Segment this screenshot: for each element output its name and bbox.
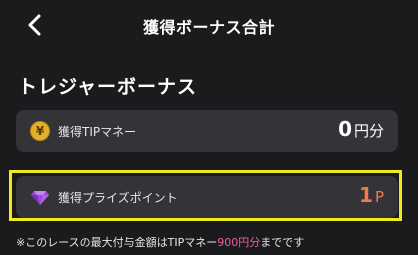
note-prefix: ※このレースの最大付与金額はTIPマネー <box>16 236 218 249</box>
section-title: トレジャーボーナス <box>18 76 198 98</box>
header-bar: 獲得ボーナス合計 <box>0 0 418 50</box>
tip-money-unit: 円分 <box>353 122 384 140</box>
highlight-frame <box>9 170 402 221</box>
note-suffix: までです <box>260 236 305 249</box>
tip-money-value: 0 円分 <box>338 117 384 141</box>
tip-money-row: ¥ 獲得TIPマネー 0 円分 <box>16 110 398 152</box>
yen-coin-icon: ¥ <box>30 121 50 141</box>
tip-money-label: 獲得TIPマネー <box>58 125 137 139</box>
page-title: 獲得ボーナス合計 <box>142 18 275 37</box>
note-amount: 900円分 <box>217 236 261 249</box>
bonus-summary-screen: 獲得ボーナス合計 トレジャーボーナス ¥ 獲得TIPマネー 0 円分 獲得プライズ… <box>0 0 418 255</box>
max-amount-note: ※このレースの最大付与金額はTIPマネー900円分までです <box>16 234 304 250</box>
tip-money-amount: 0 <box>338 117 352 141</box>
